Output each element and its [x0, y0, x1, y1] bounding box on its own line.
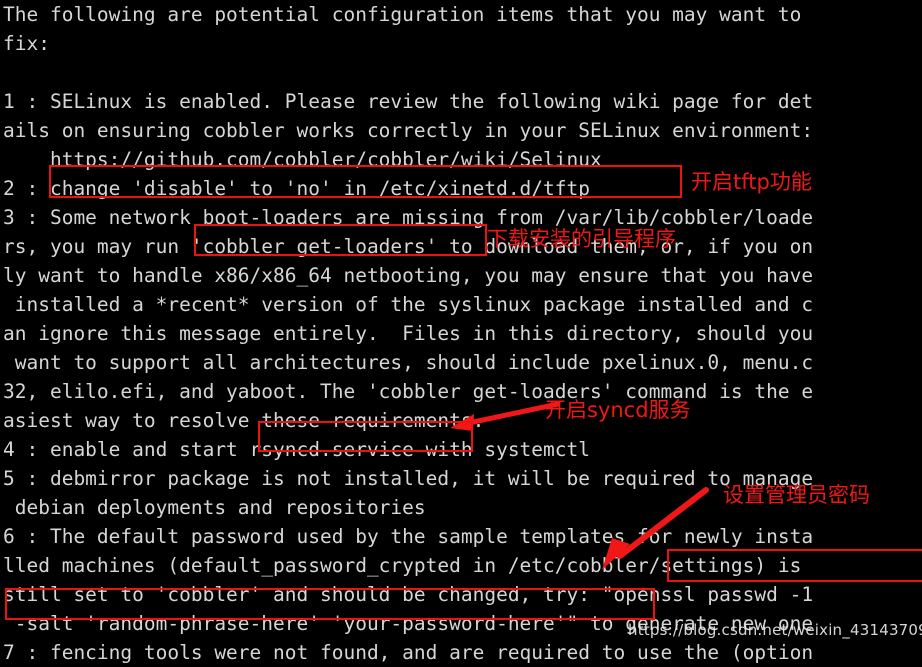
- terminal-line: want to support all architectures, shoul…: [3, 351, 814, 374]
- terminal-line: ails on ensuring cobbler works correctly…: [3, 119, 814, 142]
- watermark-url: https://blog.csdn.net/weixin_43143709: [628, 621, 922, 639]
- terminal-line: The following are potential configuratio…: [3, 3, 802, 26]
- terminal-line: 4 : enable and start rsyncd.service with…: [3, 438, 590, 461]
- terminal-output: The following are potential configuratio…: [0, 0, 922, 664]
- terminal-line: 7 : fencing tools were not found, and ar…: [3, 641, 814, 664]
- terminal-line: 6 : The default password used by the sam…: [3, 525, 814, 548]
- terminal-line: installed a *recent* version of the sysl…: [3, 293, 814, 316]
- terminal-line: 1 : SELinux is enabled. Please review th…: [3, 90, 814, 113]
- terminal-line: asiest way to resolve these requirements…: [3, 409, 485, 432]
- terminal-line: lled machines (default_password_crypted …: [3, 554, 802, 577]
- terminal-line: 32, elilo.efi, and yaboot. The 'cobbler …: [3, 380, 814, 403]
- terminal-screen: The following are potential configuratio…: [0, 0, 922, 664]
- terminal-line: an ignore this message entirely. Files i…: [3, 322, 814, 345]
- terminal-line: still set to 'cobbler' and should be cha…: [3, 583, 814, 606]
- terminal-line: rs, you may run 'cobbler get-loaders' to…: [3, 235, 814, 258]
- terminal-line: ly want to handle x86/x86_64 netbooting,…: [3, 264, 814, 287]
- terminal-line: 2 : change 'disable' to 'no' in /etc/xin…: [3, 177, 590, 200]
- terminal-line: 3 : Some network boot-loaders are missin…: [3, 206, 814, 229]
- terminal-line: https://github.com/cobbler/cobbler/wiki/…: [3, 148, 602, 171]
- terminal-line: debian deployments and repositories: [3, 496, 426, 519]
- terminal-line: fix:: [3, 32, 50, 55]
- terminal-line: 5 : debmirror package is not installed, …: [3, 467, 814, 490]
